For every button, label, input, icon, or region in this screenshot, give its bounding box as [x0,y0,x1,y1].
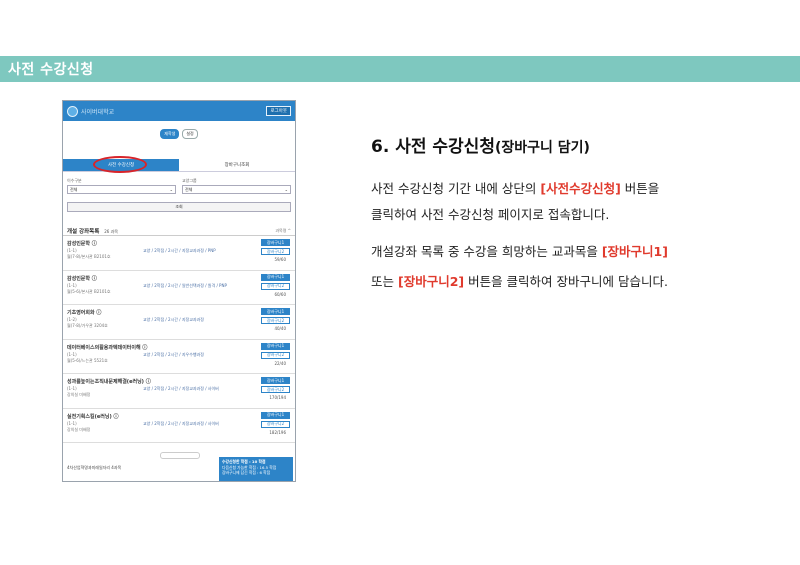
filter-panel: 이수구분 전체 ⌄ 교양그룹 전체 ⌄ 조회 [63,172,295,212]
course-capacity: 59/60 [274,257,286,262]
cart2-button[interactable]: 장바구니2 [261,248,290,255]
chip-student[interactable]: 재학생 [160,129,180,139]
section-title: 사전 수강신청 [8,62,94,78]
course-name[interactable]: 감성인문학 ⓘ [67,240,291,247]
course-info: 교양 / 2학점 / 2시간 / 지정교과과정 / 사이버 [143,420,219,426]
course-row: 성과를높이는조직내문제해결(e러닝) ⓘ (1-1) 강의실 미배정 교양 / 2학점… [63,374,295,409]
chevron-down-icon: ⌄ [284,187,288,192]
course-schedule: 강의실 미배정 [67,426,91,432]
section-header-bar: 사전 수강신청 [0,56,800,82]
text: 사전 수강신청 기간 내에 상단의 [371,181,541,196]
student-toggle: 재학생 설정 [63,127,295,141]
course-name[interactable]: 성과를높이는조직내문제해결(e러닝) ⓘ [67,378,291,385]
app-footer: 4차산업혁명과미래일자리 4과목 수강신청한 학점 : 10 학점 다음신청 가… [63,452,295,481]
cart1-button[interactable]: 장바구니1 [261,239,290,246]
instruction-line-2: 클릭하여 사전 수강신청 페이지로 접속합니다. [371,207,610,222]
course-capacity: 60/60 [274,291,286,297]
cart1-button[interactable]: 장바구니1 [261,377,290,384]
highlight-pre-registration: [사전수강신청] [540,181,621,196]
logo-icon [67,105,78,117]
sort-control[interactable]: 과목명 ^ [275,228,291,234]
course-capacity: 182/196 [269,429,286,435]
course-schedule: 월(5-6)/느는관 5521호 [67,357,108,363]
text: 버튼을 [620,181,660,196]
highlight-cart1: [장바구니1] [601,244,668,259]
app-logo: 사이버대학교 [67,105,115,117]
course-schedule: 월(7-8)/가우관 3204호 [67,323,108,328]
step-heading: 6. 사전 수강신청(장바구니 담기) [371,132,590,157]
footer-note: 4차산업혁명과미래일자리 4과목 [67,465,122,470]
course-row: 감성인문학 ⓘ (1-1) 월(5-6)/본사관 B2101호 교양 / 2학점 / … [63,271,295,305]
text: 버튼을 클릭하여 장바구니에 담습니다. [464,274,668,289]
highlight-cart2: [장바구니2] [397,274,465,289]
list-count: 26 과목 [104,228,118,234]
search-button[interactable]: 조회 [67,202,291,212]
course-name[interactable]: 기초영어회화 ⓘ [67,309,291,316]
chevron-down-icon: ⌄ [169,187,173,192]
cart2-button[interactable]: 장바구니2 [261,386,290,393]
logout-button[interactable]: 로그아웃 [266,106,291,116]
course-capacity: 40/40 [274,326,286,331]
cart1-button[interactable]: 장바구니1 [261,411,290,419]
tab-cart-view[interactable]: 장바구니조회 [179,159,295,171]
course-list-title: 개설 강좌목록 26 과목 [67,227,118,235]
highlight-circle [93,156,147,173]
course-row: 실전기획스킬(e러닝) ⓘ (1-1) 강의실 미배정 교양 / 2학점 / 2시간 … [63,409,295,443]
course-info: 교양 / 2학점 / 2시간 / 일반선택과정 / 원격 / PNP [143,282,227,288]
course-schedule: 강의실 미배정 [67,392,91,397]
cart2-button[interactable]: 장바구니2 [261,420,290,428]
course-schedule: 월(5-6)/본사관 B2101호 [67,288,111,294]
select-value: 전체 [185,186,193,192]
course-list: 감성인문학 ⓘ (1-1) 월(7-8)/본사관 B2101호 교양 / 2학점 / … [63,236,295,443]
step-heading-sub: (장바구니 담기) [494,140,590,156]
credit-summary: 수강신청한 학점 : 10 학점 다음신청 가능한 학점 : 16.5 학점 장… [219,457,293,481]
cart1-button[interactable]: 장바구니1 [261,308,290,315]
category-select[interactable]: 전체 ⌄ [67,185,176,194]
tab-cart-view-label: 장바구니조회 [224,163,250,168]
course-list-header: 개설 강좌목록 26 과목 과목명 ^ [63,226,295,236]
group-select[interactable]: 전체 ⌄ [182,185,291,194]
text: 개설강좌 목록 중 수강을 희망하는 교과목을 [371,244,602,259]
course-name[interactable]: 데이터베이스의활용과텍데이터이해 ⓘ [67,344,291,351]
course-info: 교양 / 2학점 / 2시간 / 지정교과과정 [143,317,204,322]
course-schedule: 월(7-8)/본사관 B2101호 [67,254,111,259]
course-row: 감성인문학 ⓘ (1-1) 월(7-8)/본사관 B2101호 교양 / 2학점 / … [63,236,295,271]
select-value: 전체 [70,186,78,192]
app-header: 사이버대학교 로그아웃 [63,101,295,121]
drawer-handle[interactable] [160,452,200,459]
course-capacity: 170/194 [269,395,286,400]
course-info: 교양 / 2학점 / 2시간 / 지우수행과정 [143,351,204,357]
step-heading-main: 6. 사전 수강신청 [371,137,495,157]
course-info: 교양 / 2학점 / 2시간 / 지정교과과정 / 사이버 [143,386,219,391]
text: 또는 [371,274,398,289]
cart1-button[interactable]: 장바구니1 [261,273,290,281]
course-capacity: 22/40 [274,360,286,366]
tab-pre-registration[interactable]: 사전 수강신청 [63,156,179,173]
course-name[interactable]: 감성인문학 ⓘ [67,275,291,282]
instruction-line-3: 개설강좌 목록 중 수강을 희망하는 교과목을 [장바구니1] [371,241,668,260]
filter-label: 교양그룹 [182,178,197,183]
cart1-button[interactable]: 장바구니1 [261,342,290,350]
course-info: 교양 / 2학점 / 2시간 / 지정교과과정 / PNP [143,248,216,253]
cart2-button[interactable]: 장바구니2 [261,351,290,359]
logo-text: 사이버대학교 [81,108,115,116]
chip-settings[interactable]: 설정 [182,129,198,139]
instruction-line-1: 사전 수강신청 기간 내에 상단의 [사전수강신청] 버튼을 [371,178,659,197]
course-row: 기초영어회화 ⓘ (1-2) 월(7-8)/가우관 3204호 교양 / 2학점 / … [63,305,295,340]
cart2-button[interactable]: 장바구니2 [261,317,290,324]
course-row: 데이터베이스의활용과텍데이터이해 ⓘ (1-1) 월(5-6)/느는관 5521호 교… [63,340,295,374]
app-tabs: 사전 수강신청 장바구니조회 [63,156,295,173]
app-screenshot: 사이버대학교 로그아웃 재학생 설정 사전 수강신청 장바구니조회 이수구분 전… [62,100,296,482]
instruction-line-4: 또는 [장바구니2] 버튼을 클릭하여 장바구니에 담습니다. [371,271,668,290]
course-name[interactable]: 실전기획스킬(e러닝) ⓘ [67,413,291,420]
filter-label: 이수구분 [67,178,82,183]
credit-line: 장바구니에 담긴 학점 : 6 학점 [222,470,271,475]
cart2-button[interactable]: 장바구니2 [261,282,290,290]
list-title-text: 개설 강좌목록 [67,228,100,235]
